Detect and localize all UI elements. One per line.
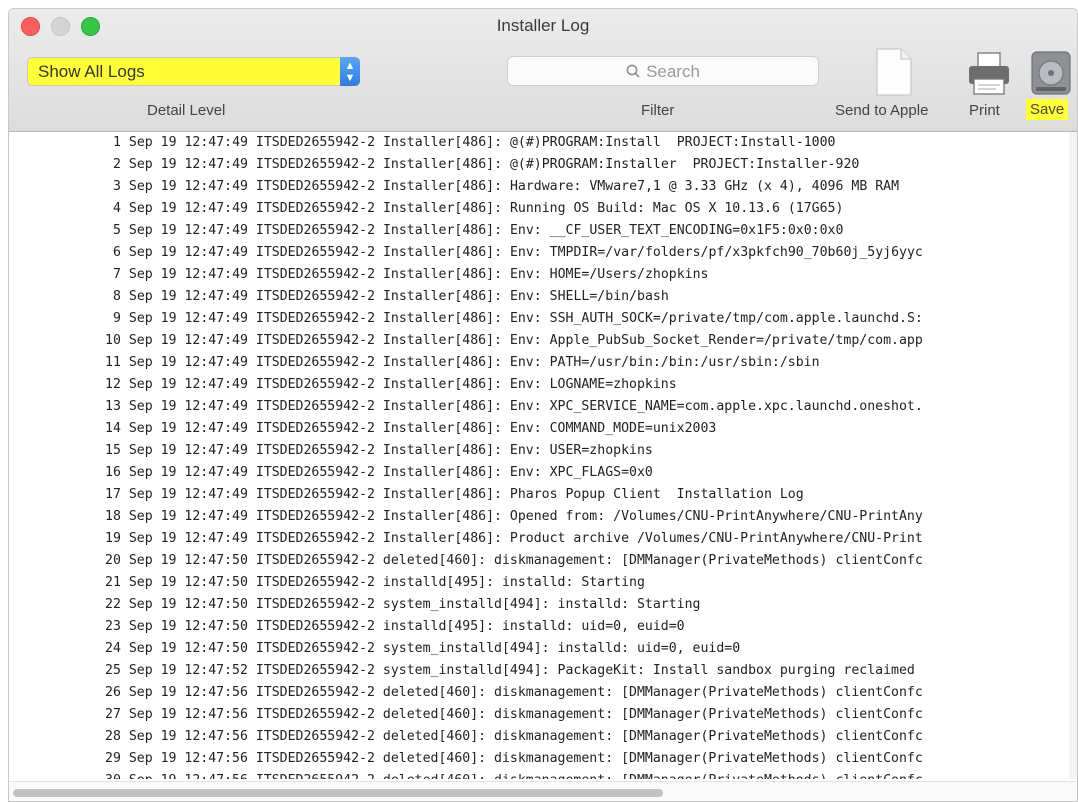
log-line: 29 Sep 19 12:47:56 ITSDED2655942-2 delet…	[105, 751, 923, 766]
log-line: 18 Sep 19 12:47:49 ITSDED2655942-2 Insta…	[105, 509, 923, 524]
search-placeholder: Search	[646, 62, 700, 81]
save-button[interactable]: Save	[1026, 99, 1069, 120]
log-line: 9 Sep 19 12:47:49 ITSDED2655942-2 Instal…	[113, 311, 923, 326]
printer-icon[interactable]	[966, 51, 1012, 97]
log-line: 26 Sep 19 12:47:56 ITSDED2655942-2 delet…	[105, 685, 923, 700]
send-to-apple-button[interactable]: Send to Apple	[835, 102, 928, 119]
log-line: 2 Sep 19 12:47:49 ITSDED2655942-2 Instal…	[113, 157, 860, 172]
window-title: Installer Log	[496, 16, 590, 35]
log-line: 10 Sep 19 12:47:49 ITSDED2655942-2 Insta…	[105, 333, 923, 348]
filter-label: Filter	[641, 102, 675, 119]
disk-save-icon[interactable]	[1029, 49, 1073, 97]
log-line: 4 Sep 19 12:47:49 ITSDED2655942-2 Instal…	[113, 201, 844, 216]
log-line: 24 Sep 19 12:47:50 ITSDED2655942-2 syste…	[105, 641, 741, 656]
log-line: 8 Sep 19 12:47:49 ITSDED2655942-2 Instal…	[113, 289, 669, 304]
scrollbar-thumb[interactable]	[13, 789, 663, 797]
log-line: 19 Sep 19 12:47:49 ITSDED2655942-2 Insta…	[105, 531, 923, 546]
log-line: 25 Sep 19 12:47:52 ITSDED2655942-2 syste…	[105, 663, 915, 678]
search-field[interactable]: Search	[507, 56, 819, 86]
vertical-scrollbar[interactable]	[1069, 132, 1077, 779]
installer-log-window: Installer Log Show All Logs ▲ ▼ Detail Le…	[8, 8, 1078, 802]
detail-level-popup[interactable]: Show All Logs ▲ ▼	[27, 57, 360, 86]
log-text-area[interactable]: 1 Sep 19 12:47:49 ITSDED2655942-2 Instal…	[9, 132, 1069, 779]
magnifier-icon	[626, 64, 640, 78]
log-line: 13 Sep 19 12:47:49 ITSDED2655942-2 Insta…	[105, 399, 923, 414]
log-line: 12 Sep 19 12:47:49 ITSDED2655942-2 Insta…	[105, 377, 677, 392]
log-line: 20 Sep 19 12:47:50 ITSDED2655942-2 delet…	[105, 553, 923, 568]
log-line: 16 Sep 19 12:47:49 ITSDED2655942-2 Insta…	[105, 465, 653, 480]
log-line: 5 Sep 19 12:47:49 ITSDED2655942-2 Instal…	[113, 223, 844, 238]
log-line: 30 Sep 19 12:47:56 ITSDED2655942-2 delet…	[9, 770, 1069, 779]
detail-level-label: Detail Level	[147, 102, 226, 119]
popup-arrows-icon: ▲ ▼	[340, 57, 360, 86]
log-line: 14 Sep 19 12:47:49 ITSDED2655942-2 Insta…	[105, 421, 717, 436]
document-icon[interactable]	[875, 47, 913, 97]
log-line: 28 Sep 19 12:47:56 ITSDED2655942-2 delet…	[105, 729, 923, 744]
log-line: 27 Sep 19 12:47:56 ITSDED2655942-2 delet…	[105, 707, 923, 722]
log-line: 17 Sep 19 12:47:49 ITSDED2655942-2 Insta…	[105, 487, 804, 502]
log-line: 15 Sep 19 12:47:49 ITSDED2655942-2 Insta…	[105, 443, 653, 458]
detail-level-selected: Show All Logs	[38, 62, 145, 81]
log-line: 21 Sep 19 12:47:50 ITSDED2655942-2 insta…	[105, 575, 645, 590]
horizontal-scrollbar[interactable]	[9, 781, 1077, 801]
log-line: 3 Sep 19 12:47:49 ITSDED2655942-2 Instal…	[113, 179, 900, 194]
log-line: 6 Sep 19 12:47:49 ITSDED2655942-2 Instal…	[113, 245, 923, 260]
log-line: 23 Sep 19 12:47:50 ITSDED2655942-2 insta…	[105, 619, 685, 634]
toolbar: Installer Log Show All Logs ▲ ▼ Detail Le…	[9, 9, 1077, 132]
log-line: 22 Sep 19 12:47:50 ITSDED2655942-2 syste…	[105, 597, 701, 612]
print-button[interactable]: Print	[969, 102, 1000, 119]
log-line: 7 Sep 19 12:47:49 ITSDED2655942-2 Instal…	[113, 267, 709, 282]
log-line: 1 Sep 19 12:47:49 ITSDED2655942-2 Instal…	[113, 135, 836, 150]
log-line: 11 Sep 19 12:47:49 ITSDED2655942-2 Insta…	[105, 355, 820, 370]
